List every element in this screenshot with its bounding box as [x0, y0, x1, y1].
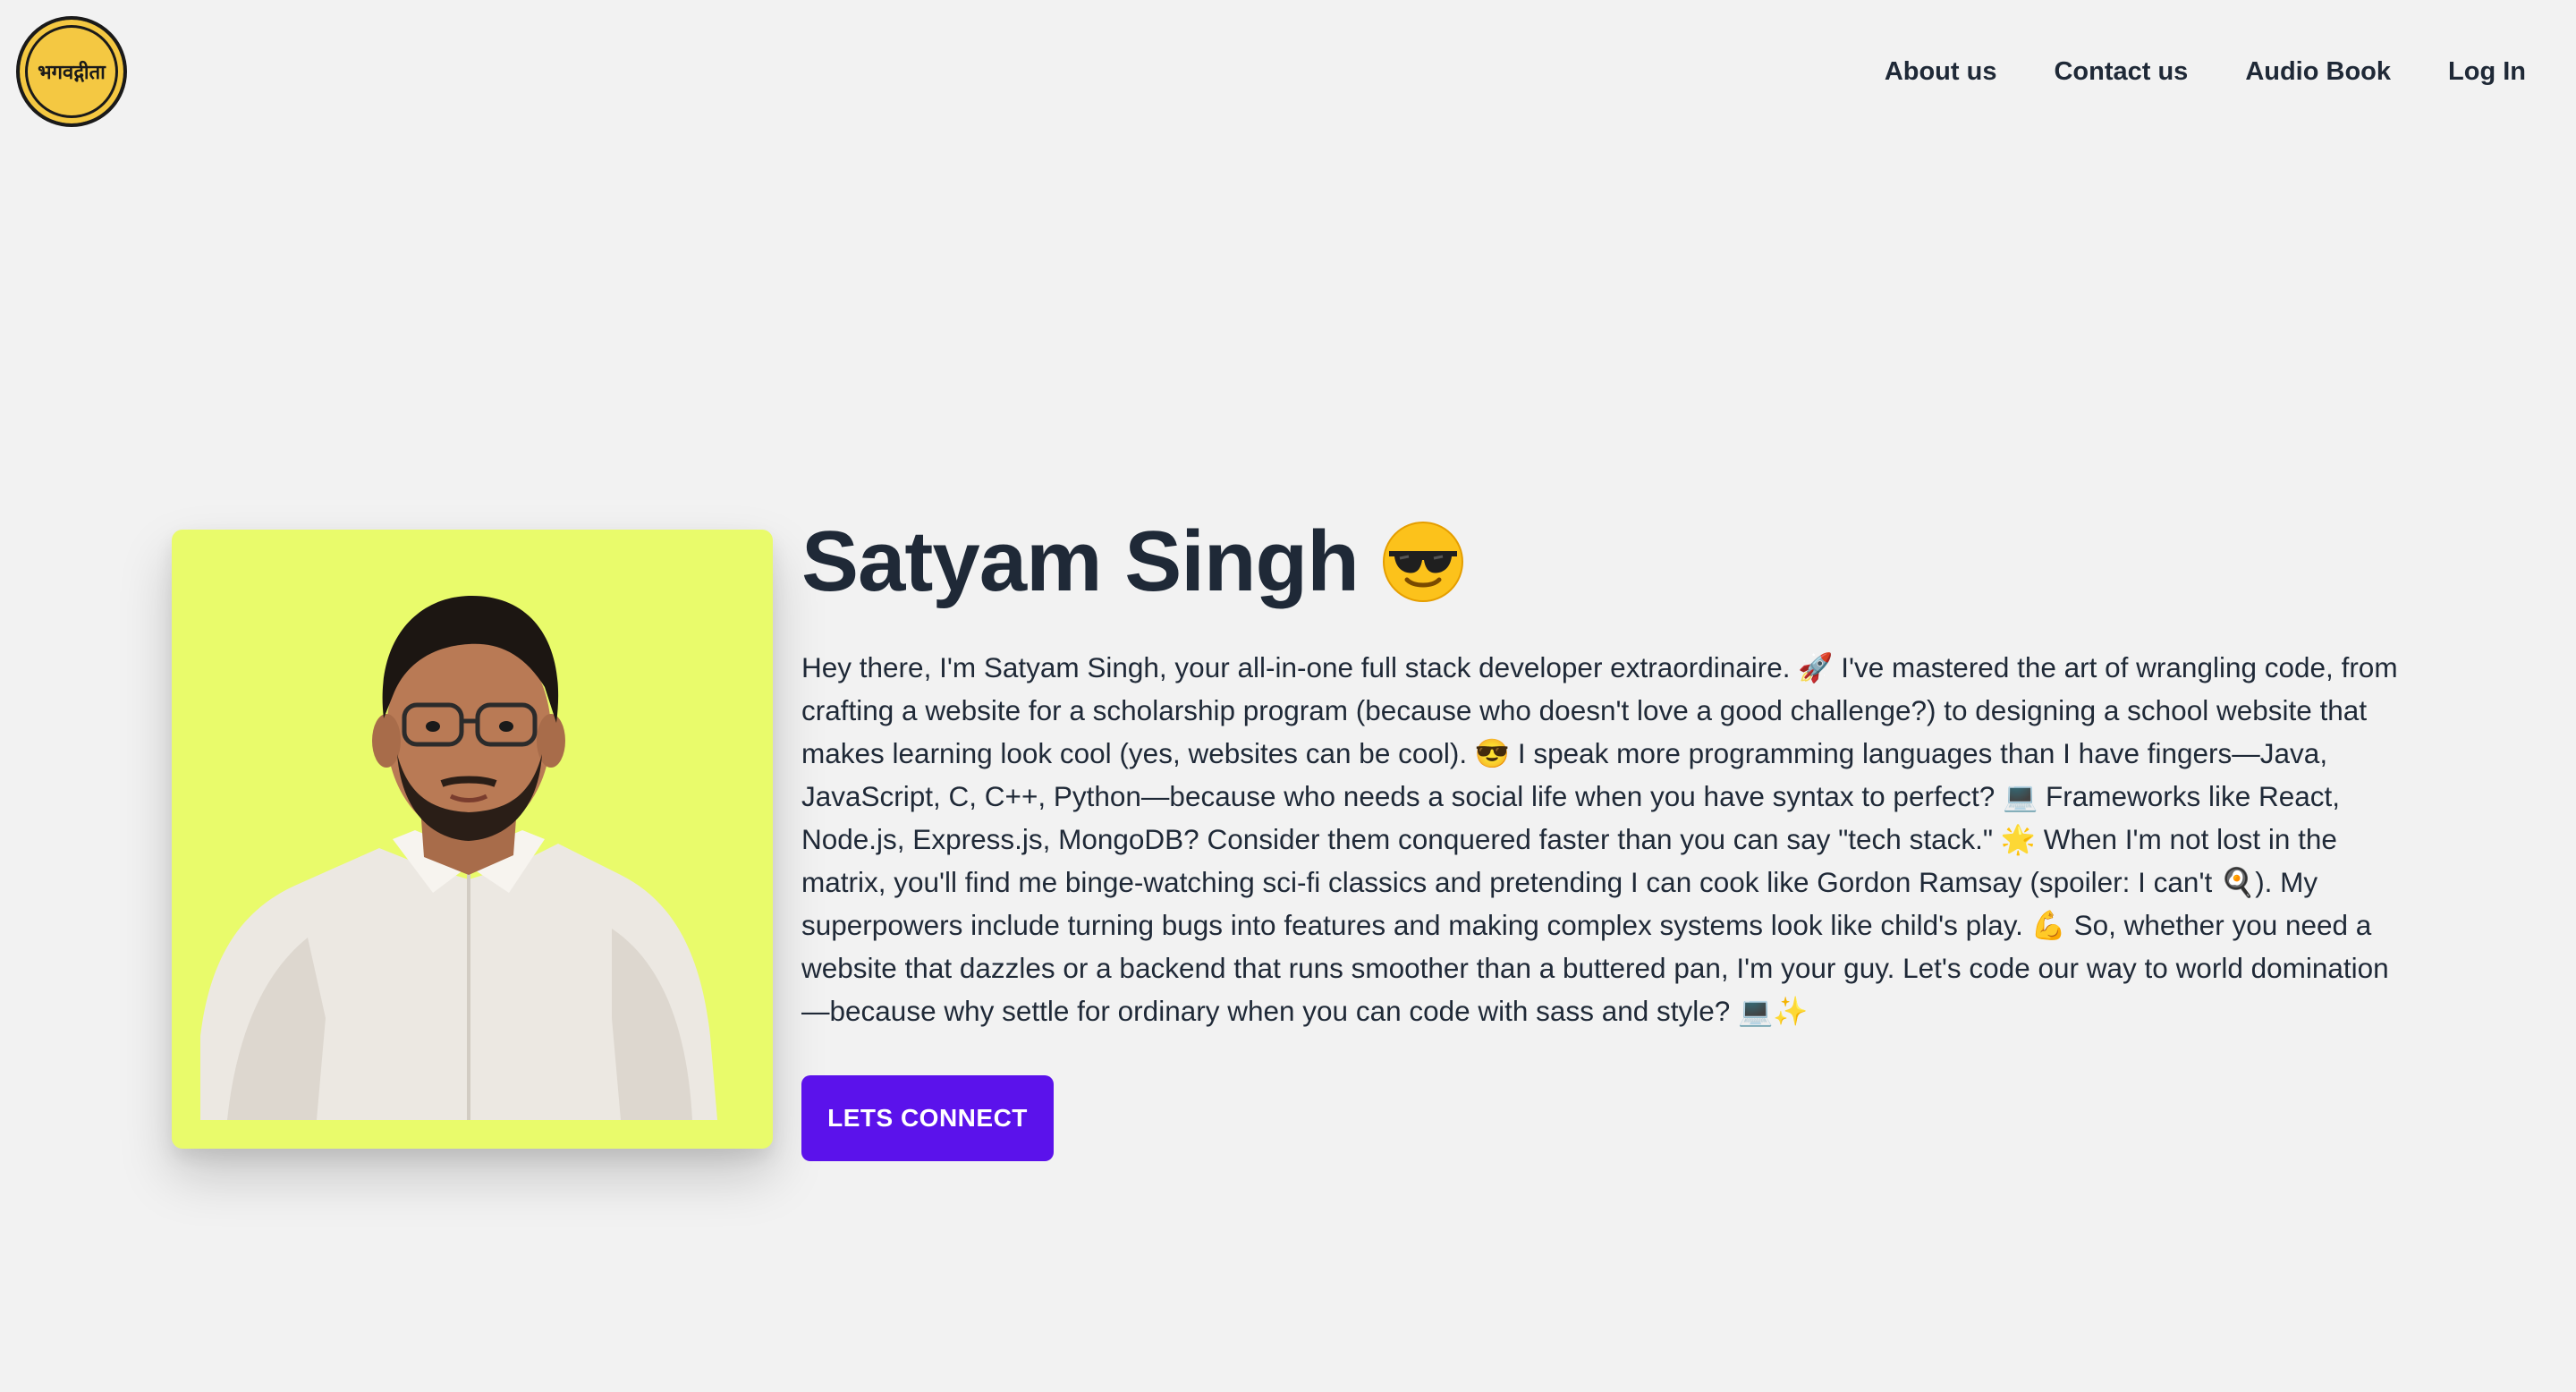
- profile-name: Satyam Singh: [801, 514, 1360, 609]
- smiling-face-with-sunglasses-icon: [1382, 522, 1463, 602]
- profile-portrait-image: [200, 595, 717, 1120]
- nav-log-in[interactable]: Log In: [2448, 52, 2526, 91]
- nav-contact-us[interactable]: Contact us: [2054, 52, 2188, 91]
- lets-connect-button[interactable]: LETS CONNECT: [801, 1075, 1054, 1161]
- site-logo[interactable]: भगवद्गीता: [16, 16, 127, 127]
- nav-about-us[interactable]: About us: [1885, 52, 1997, 91]
- profile-photo-card: [172, 530, 773, 1149]
- profile-name-heading: Satyam Singh: [801, 508, 1464, 615]
- top-nav: About us Contact us Audio Book Log In: [1885, 52, 2526, 91]
- profile-bio: Hey there, I'm Satyam Singh, your all-in…: [801, 651, 2398, 1027]
- logo-text: भगवद्गीता: [38, 61, 106, 84]
- nav-audio-book[interactable]: Audio Book: [2245, 52, 2391, 91]
